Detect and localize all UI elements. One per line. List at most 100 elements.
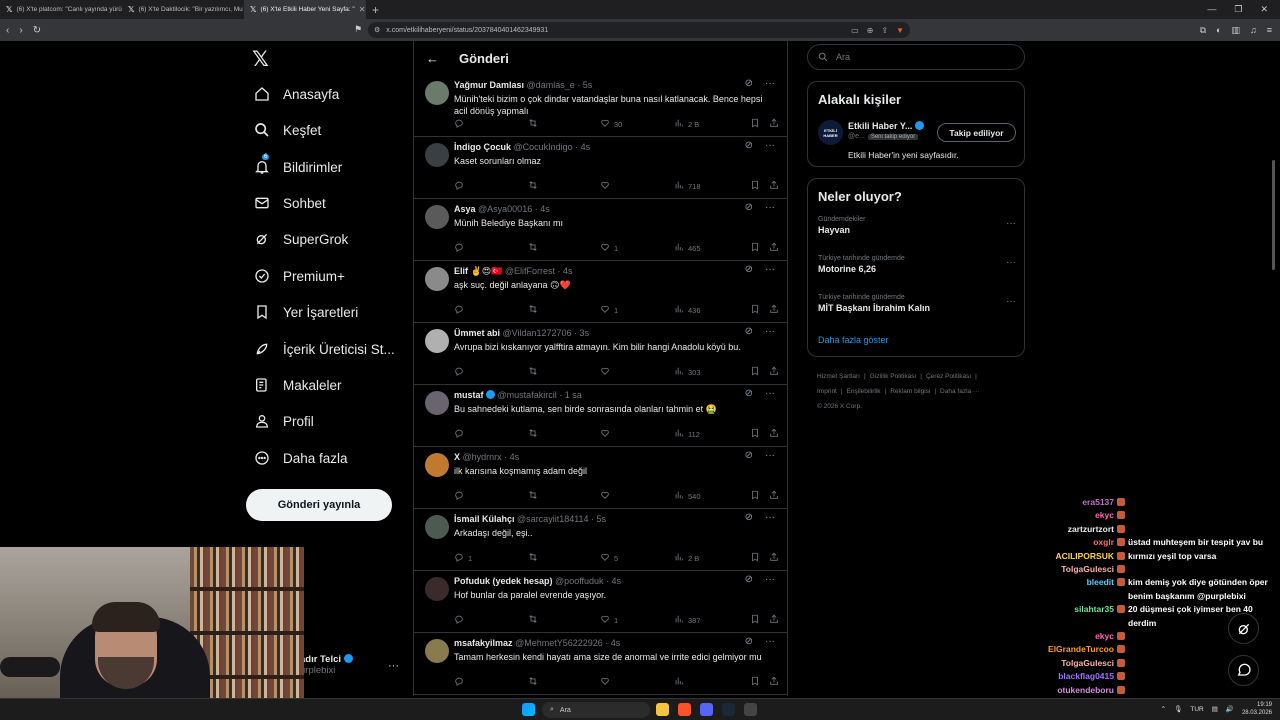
reply-button[interactable] — [454, 118, 528, 130]
music-icon[interactable]: ♫ — [1250, 25, 1257, 35]
reply-button[interactable] — [454, 304, 528, 316]
repost-button[interactable] — [528, 676, 600, 688]
reply-button[interactable] — [454, 428, 528, 440]
bookmark-button[interactable] — [750, 180, 769, 192]
new-tab-button[interactable]: + — [366, 3, 385, 17]
repost-button[interactable] — [528, 180, 600, 192]
post-author-name[interactable]: Ümmet abi — [454, 328, 500, 338]
chevron-up-icon[interactable]: ⌃ — [1161, 705, 1166, 713]
post-author-handle[interactable]: @hydrnrx · 4s — [463, 452, 520, 462]
post-author-name[interactable]: İndigo Çocuk — [454, 142, 511, 152]
post-author-handle[interactable]: @Vildan1272706 · 3s — [503, 328, 590, 338]
search-input[interactable]: Ara — [807, 44, 1025, 70]
avatar[interactable] — [425, 391, 449, 415]
more-icon[interactable]: ··· — [1006, 218, 1016, 229]
grok-explain-icon[interactable]: ⊘ — [745, 574, 753, 585]
sidebar-item-explore[interactable]: Keşfet — [254, 122, 321, 138]
sidebar-item-home[interactable]: Anasayfa — [254, 86, 339, 102]
like-button[interactable] — [600, 676, 674, 688]
related-user-name[interactable]: Etkili Haber Y... — [848, 121, 924, 131]
reply-button[interactable] — [454, 242, 528, 254]
avatar[interactable] — [425, 205, 449, 229]
avatar[interactable] — [425, 453, 449, 477]
footer-link[interactable]: © 2026 X Corp. — [817, 403, 862, 410]
site-info-icon[interactable]: ⚙ — [374, 26, 380, 34]
more-icon[interactable]: ··· — [765, 450, 775, 461]
footer-link[interactable]: Imprint — [817, 388, 837, 395]
post-author-handle[interactable]: @mustafakircil · 1 sa — [498, 390, 582, 400]
sidebar-item-creator-studio[interactable]: İçerik Üreticisi St... — [254, 341, 395, 357]
share-icon[interactable]: ⇪ — [881, 26, 888, 35]
reply-button[interactable] — [454, 180, 528, 192]
brave-shield-icon[interactable]: ▼ — [896, 26, 904, 35]
like-button[interactable]: 1 — [600, 242, 674, 254]
post-author-handle[interactable]: @MehmetY56222926 · 4s — [515, 638, 620, 648]
minimize-icon[interactable]: — — [1207, 4, 1216, 15]
views-button[interactable]: 2 B — [674, 552, 750, 564]
sidebar-item-more[interactable]: Daha fazla — [254, 450, 348, 466]
more-icon[interactable]: ··· — [1006, 257, 1016, 268]
reply-post[interactable]: Asya @Asya00016 · 4s ⊘ ··· Münih Belediy… — [414, 199, 787, 261]
grok-explain-icon[interactable]: ⊘ — [745, 140, 753, 151]
grok-explain-icon[interactable]: ⊘ — [745, 202, 753, 213]
like-button[interactable]: 30 — [600, 118, 674, 130]
more-icon[interactable]: ··· — [765, 78, 775, 89]
url-bar[interactable]: ⚙ x.com/etkilihaberyeni/status/203784040… — [368, 22, 910, 38]
repost-button[interactable] — [528, 552, 600, 564]
share-button[interactable] — [769, 180, 779, 192]
bookmark-button[interactable] — [750, 118, 769, 130]
post-button[interactable]: Gönderi yayınla — [246, 489, 392, 521]
more-icon[interactable]: ··· — [765, 140, 775, 151]
account-switcher[interactable]: adır Telci urplebixi — [300, 654, 353, 676]
more-icon[interactable]: ··· — [765, 512, 775, 523]
cast-icon[interactable]: ▭ — [851, 26, 859, 35]
avatar[interactable] — [425, 267, 449, 291]
bookmark-button[interactable] — [750, 490, 769, 502]
discord-icon[interactable] — [700, 703, 713, 716]
grok-explain-icon[interactable]: ⊘ — [745, 636, 753, 647]
bookmark-button[interactable] — [750, 614, 769, 626]
menu-icon[interactable]: ≡ — [1267, 25, 1272, 35]
post-author-name[interactable]: msafakyilmaz — [454, 638, 513, 648]
like-button[interactable] — [600, 490, 674, 502]
more-icon[interactable]: ··· — [765, 202, 775, 213]
reply-post[interactable]: msafakyilmaz @MehmetY56222926 · 4s ⊘ ···… — [414, 633, 787, 695]
trend-item[interactable]: Gündemdekiler Hayvan ··· — [818, 216, 1016, 235]
messages-button[interactable] — [1228, 655, 1259, 686]
extension-icon[interactable]: ◐ — [1216, 25, 1221, 35]
footer-link[interactable]: Reklam bilgisi — [890, 388, 930, 395]
like-button[interactable] — [600, 428, 674, 440]
post-author-name[interactable]: mustaf — [454, 390, 484, 400]
grok-explain-icon[interactable]: ⊘ — [745, 512, 753, 523]
footer-link[interactable]: Hizmet Şartları — [817, 373, 860, 380]
sidebar-item-profile[interactable]: Profil — [254, 413, 314, 429]
reply-button[interactable]: 1 — [454, 552, 528, 564]
steam-icon[interactable] — [722, 703, 735, 716]
bookmark-button[interactable] — [750, 304, 769, 316]
post-author-handle[interactable]: @sarcayiit184114 · 5s — [517, 514, 606, 524]
reply-post[interactable]: Ümmet abi @Vildan1272706 · 3s ⊘ ··· Avru… — [414, 323, 787, 385]
sidebar-item-bookmarks[interactable]: Yer İşaretleri — [254, 304, 358, 320]
forward-icon[interactable]: › — [19, 25, 22, 36]
sidebar-item-articles[interactable]: Makaleler — [254, 377, 342, 393]
reply-button[interactable] — [454, 366, 528, 378]
volume-icon[interactable]: 🔊 — [1226, 705, 1234, 713]
sidebar-item-notifications[interactable]: 6 Bildirimler — [254, 154, 342, 175]
post-author-handle[interactable]: @Asya00016 · 4s — [478, 204, 550, 214]
close-tab-icon[interactable]: ✕ — [359, 5, 366, 14]
brave-browser-icon[interactable] — [678, 703, 691, 716]
grok-explain-icon[interactable]: ⊘ — [745, 264, 753, 275]
repost-button[interactable] — [528, 118, 600, 130]
views-button[interactable]: 112 — [674, 428, 750, 440]
post-author-name[interactable]: İsmail Külahçı — [454, 514, 515, 524]
reply-button[interactable] — [454, 614, 528, 626]
post-author-handle[interactable]: @damlas_e · 5s — [527, 80, 593, 90]
post-author-name[interactable]: Yağmur Damlası — [454, 80, 524, 90]
repost-button[interactable] — [528, 304, 600, 316]
x-logo-icon[interactable]: 𝕏 — [252, 47, 269, 72]
bookmark-button[interactable] — [750, 242, 769, 254]
browser-tab[interactable]: 𝕏 (6) X'te Daktilocik: "Bir yazılımcı, Mu… — [122, 0, 244, 19]
avatar[interactable] — [425, 577, 449, 601]
like-button[interactable] — [600, 366, 674, 378]
reply-post[interactable]: İndigo Çocuk @CocukIndigo · 4s ⊘ ··· Kas… — [414, 137, 787, 199]
